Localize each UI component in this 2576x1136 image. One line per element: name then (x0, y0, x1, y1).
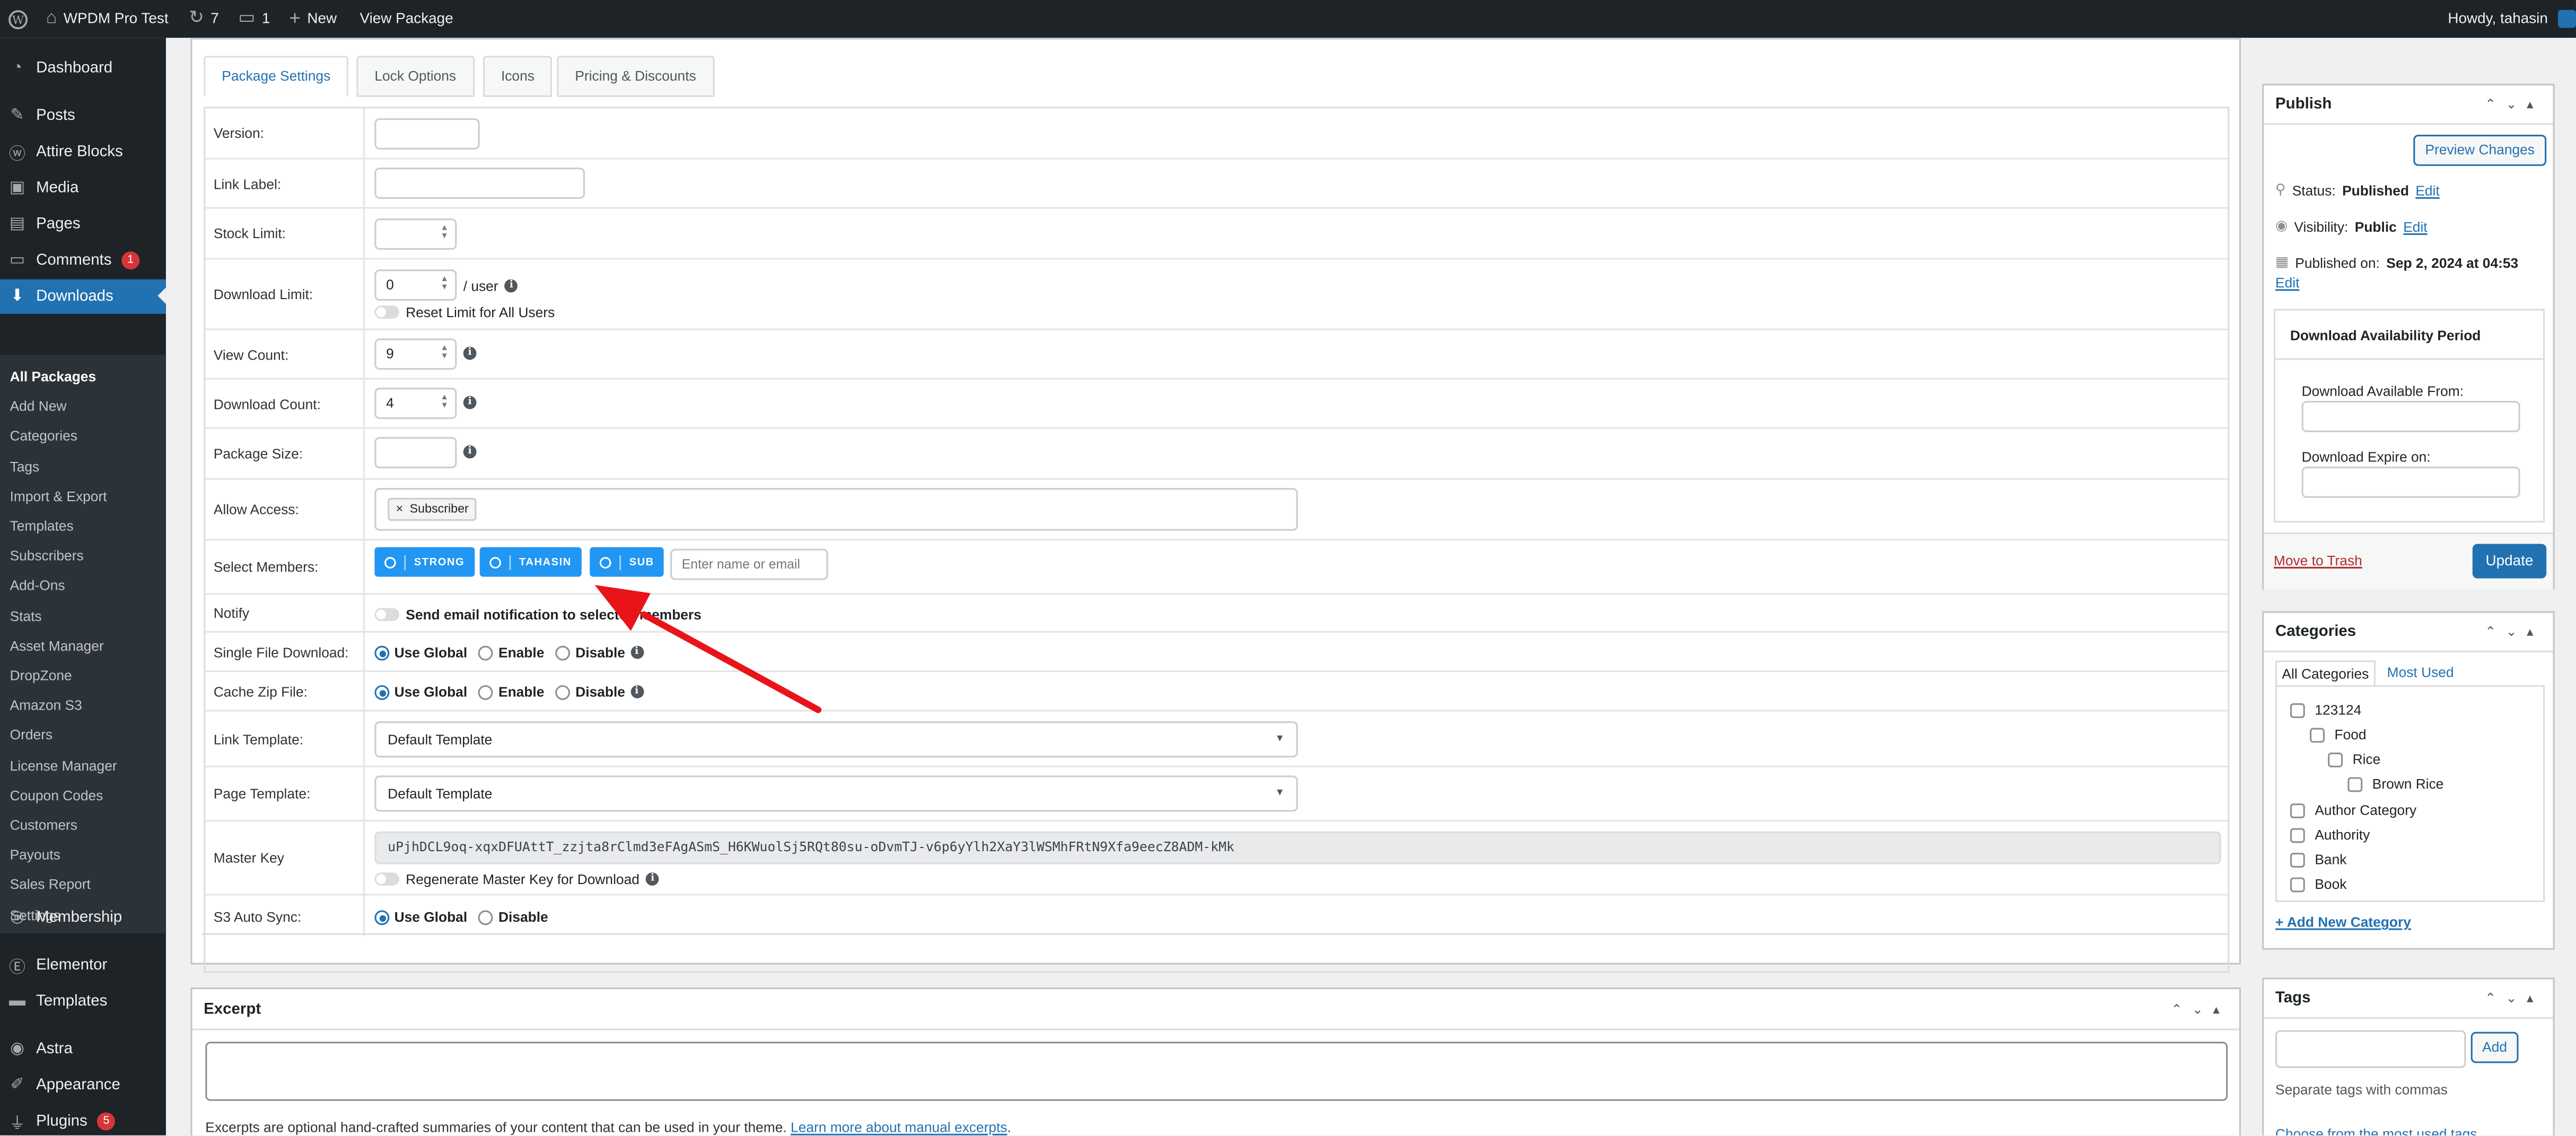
availability-panel: Download Availability Period Download Av… (2273, 309, 2545, 523)
category-item[interactable]: Book (2290, 876, 2346, 892)
category-checkbox[interactable] (2290, 802, 2305, 818)
calendar-icon: ▦ (2275, 253, 2289, 270)
edit-visibility-link[interactable]: Edit (2403, 218, 2427, 234)
category-item[interactable]: Authority (2290, 826, 2370, 843)
categories-header: Categories ⌃⌄▴ (2264, 613, 2553, 652)
category-checkbox[interactable] (2290, 852, 2305, 867)
category-checkbox[interactable] (2290, 827, 2305, 842)
category-item[interactable]: Brown Rice (2347, 775, 2443, 792)
add-tag-button[interactable]: Add (2470, 1032, 2519, 1063)
available-from-input[interactable] (2301, 400, 2520, 432)
box-controls[interactable]: ⌃⌄▴ (2485, 980, 2543, 1019)
publish-header: Publish ⌃⌄▴ (2264, 85, 2553, 125)
choose-most-used-tags-link[interactable]: Choose from the most used tags (2275, 1125, 2477, 1135)
category-checkbox[interactable] (2347, 776, 2363, 791)
eye-icon: ◉ (2275, 216, 2288, 233)
category-checklist: 123124 Food Rice Brown Rice Author Categ… (2275, 685, 2545, 902)
tab-most-used[interactable]: Most Used (2387, 660, 2454, 685)
category-item[interactable]: 123124 (2290, 702, 2361, 718)
new-tag-input[interactable] (2275, 1030, 2466, 1068)
publish-box: Publish ⌃⌄▴ Preview Changes ⚲ Status: Publi… (2262, 84, 2555, 590)
move-to-trash-link[interactable]: Move to Trash (2274, 552, 2362, 569)
pin-icon: ⚲ (2275, 180, 2286, 197)
category-item[interactable]: Food (2310, 726, 2367, 742)
categories-box: Categories ⌃⌄▴ All Categories Most Used 1… (2262, 611, 2555, 950)
add-new-category-link[interactable]: + Add New Category (2275, 914, 2411, 930)
box-controls[interactable]: ⌃⌄▴ (2171, 989, 2230, 1030)
expire-on-input[interactable] (2301, 466, 2520, 498)
edit-date-link[interactable]: Edit (2275, 274, 2299, 291)
category-checkbox[interactable] (2290, 702, 2305, 718)
category-item[interactable]: Bank (2290, 851, 2346, 868)
annotation-arrow (594, 584, 822, 713)
category-item[interactable]: Author Category (2290, 802, 2416, 818)
edit-status-link[interactable]: Edit (2415, 181, 2439, 198)
category-checkbox[interactable] (2328, 751, 2343, 767)
category-checkbox[interactable] (2310, 727, 2325, 742)
excerpt-textarea[interactable] (205, 1042, 2228, 1101)
publish-actions: Move to Trash Update (2264, 532, 2553, 590)
box-controls[interactable]: ⌃⌄▴ (2485, 613, 2543, 652)
category-checkbox[interactable] (2290, 876, 2305, 892)
preview-changes-button[interactable]: Preview Changes (2413, 135, 2547, 166)
category-item[interactable]: Rice (2328, 751, 2380, 767)
update-button[interactable]: Update (2472, 544, 2547, 579)
excerpt-learn-more-link[interactable]: Learn more about manual excerpts (791, 1119, 1007, 1135)
tab-all-categories[interactable]: All Categories (2275, 660, 2376, 685)
box-controls[interactable]: ⌃⌄▴ (2485, 85, 2543, 125)
tags-header: Tags ⌃⌄▴ (2264, 980, 2553, 1019)
excerpt-header: Excerpt ⌃⌄▴ (192, 989, 2239, 1030)
tags-box: Tags ⌃⌄▴ Add Separate tags with commas Ch… (2262, 977, 2555, 1135)
excerpt-box: Excerpt ⌃⌄▴ Excerpts are optional hand-cr… (190, 988, 2241, 1135)
